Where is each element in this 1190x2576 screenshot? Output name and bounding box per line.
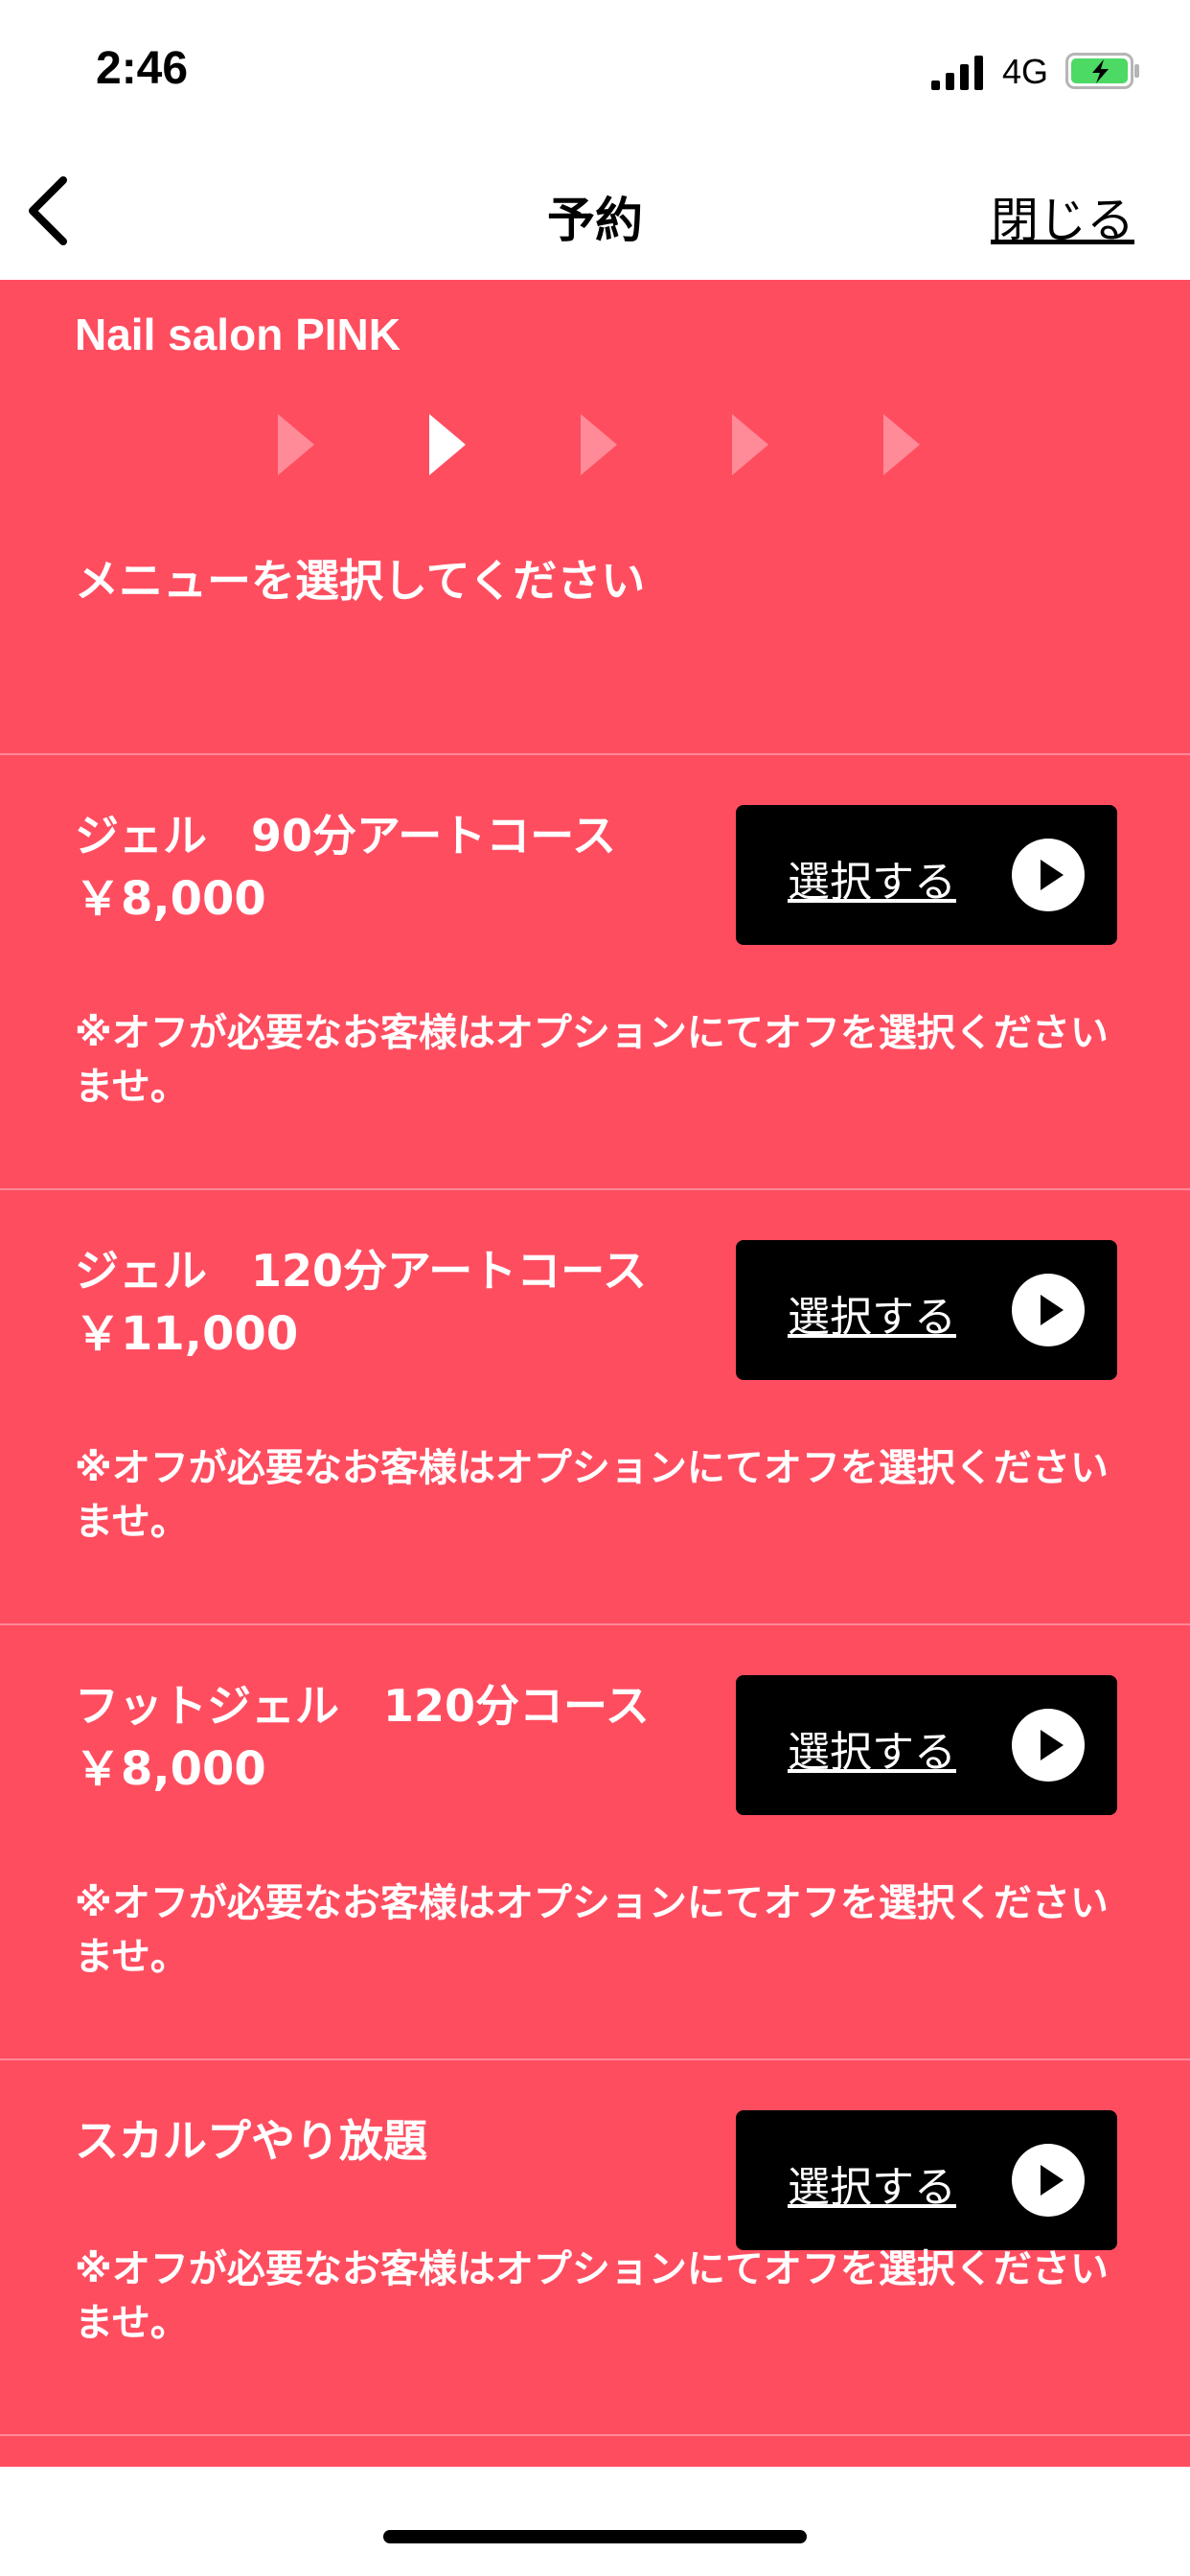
status-time: 2:46 bbox=[96, 43, 189, 94]
select-button[interactable]: 選択する bbox=[736, 805, 1117, 945]
step-arrow-active-icon bbox=[429, 414, 466, 475]
step-arrow-icon bbox=[732, 414, 768, 475]
play-circle-icon bbox=[1012, 2144, 1085, 2217]
navigation-bar: 予約 閉じる bbox=[0, 144, 1190, 280]
menu-item-price: ￥11,000 bbox=[75, 1307, 299, 1361]
select-button[interactable]: 選択する bbox=[736, 1240, 1117, 1380]
menu-item-name: ジェル 120分アートコース bbox=[75, 1245, 647, 1297]
menu-item: ジェル 120分アートコース ￥11,000 選択する ※オフが必要なお客様はオ… bbox=[0, 1190, 1190, 1625]
play-circle-icon bbox=[1012, 1274, 1085, 1346]
menu-item-note: ※オフが必要なお客様はオプションにてオフを選択くださいませ。 bbox=[75, 1881, 1109, 1979]
menu-item-name: スカルプやり放題 bbox=[75, 2115, 427, 2167]
menu-item-name: フットジェル 120分コース bbox=[75, 1680, 650, 1732]
divider bbox=[0, 2434, 1190, 2436]
menu-item: スカルプやり放題 選択する ※オフが必要なお客様はオプションにてオフを選択くださ… bbox=[0, 2060, 1190, 2434]
play-circle-icon bbox=[1012, 839, 1085, 911]
play-circle-icon bbox=[1012, 1709, 1085, 1782]
menu-item: ジェル 90分アートコース ￥8,000 選択する ※オフが必要なお客様はオプシ… bbox=[0, 755, 1190, 1190]
step-arrow-icon bbox=[278, 414, 314, 475]
booking-panel: Nail salon PINK メニューを選択してください ジェル 90分アート… bbox=[0, 280, 1190, 2467]
select-button[interactable]: 選択する bbox=[736, 2110, 1117, 2250]
battery-charging-icon bbox=[1065, 53, 1139, 89]
cellular-signal-icon bbox=[931, 56, 983, 90]
select-button[interactable]: 選択する bbox=[736, 1675, 1117, 1815]
status-bar: 2:46 4G bbox=[0, 0, 1190, 144]
select-button-label: 選択する bbox=[788, 1293, 956, 1342]
select-button-label: 選択する bbox=[788, 2163, 956, 2212]
select-button-label: 選択する bbox=[788, 1728, 956, 1777]
select-button-label: 選択する bbox=[788, 858, 956, 907]
network-type: 4G bbox=[1002, 52, 1049, 91]
menu-item-note: ※オフが必要なお客様はオプションにてオフを選択くださいませ。 bbox=[75, 2247, 1109, 2345]
instruction-text: メニューを選択してください bbox=[75, 555, 646, 607]
step-arrow-icon bbox=[581, 414, 617, 475]
menu-item-name: ジェル 90分アートコース bbox=[75, 810, 616, 862]
salon-name: Nail salon PINK bbox=[75, 310, 400, 359]
menu-item: フットジェル 120分コース ￥8,000 選択する ※オフが必要なお客様はオプ… bbox=[0, 1625, 1190, 2060]
menu-item-price: ￥8,000 bbox=[75, 872, 266, 926]
step-indicator bbox=[0, 414, 1190, 491]
menu-item-note: ※オフが必要なお客様はオプションにてオフを選択くださいませ。 bbox=[75, 1446, 1109, 1544]
home-indicator[interactable] bbox=[383, 2530, 807, 2543]
step-arrow-icon bbox=[883, 414, 920, 475]
menu-item-note: ※オフが必要なお客様はオプションにてオフを選択くださいませ。 bbox=[75, 1011, 1109, 1109]
close-button[interactable]: 閉じる bbox=[991, 182, 1134, 251]
menu-item-price: ￥8,000 bbox=[75, 1742, 266, 1796]
